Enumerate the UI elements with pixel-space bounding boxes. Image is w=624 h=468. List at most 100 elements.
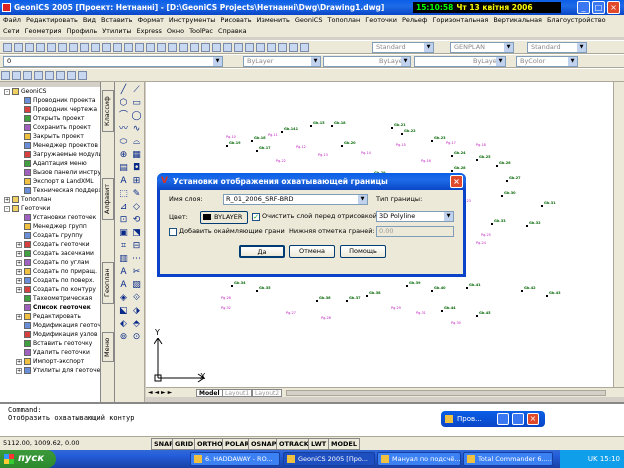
draw-order-tool-icon[interactable] <box>12 71 21 80</box>
main-menu-item[interactable]: Геоточки <box>365 16 397 24</box>
maximize-icon[interactable] <box>512 413 524 425</box>
draw-tool-icon[interactable]: ⬗ <box>131 306 142 317</box>
draw-tool-icon[interactable]: ⊙ <box>131 332 142 343</box>
geopoint-marker[interactable] <box>346 300 348 302</box>
dim-style-combo[interactable]: GENPLAN ▼ <box>450 42 514 53</box>
tree-item[interactable]: Техническая поддержка <box>0 186 100 195</box>
toolbar-tool-icon[interactable] <box>267 43 276 52</box>
draw-tool-icon[interactable]: ⬔ <box>131 228 142 239</box>
geopoint-marker[interactable] <box>226 145 228 147</box>
toolbar-tool-icon[interactable] <box>3 43 12 52</box>
draw-tool-icon[interactable]: ⊿ <box>118 202 129 213</box>
geopoint-marker[interactable] <box>521 290 523 292</box>
layer-name-combo[interactable]: R_01_2006_SRF-BRD ▼ <box>223 194 368 205</box>
tree-item[interactable]: + Создать по приращ. <box>0 267 100 276</box>
tree-collapse-icon[interactable]: - <box>4 206 10 212</box>
secondary-menu-item[interactable]: Окно <box>167 27 184 35</box>
tab-geoplan[interactable]: Геоплан <box>102 262 114 304</box>
toolbar-tool-icon[interactable] <box>223 43 232 52</box>
text-style-combo[interactable]: Standard ▼ <box>372 42 434 53</box>
draw-order-tool-icon[interactable] <box>67 71 76 80</box>
taskbar-task[interactable]: GeoniCS 2005 [Про... <box>283 452 375 466</box>
tree-item[interactable]: + Создать засечками <box>0 249 100 258</box>
tree-collapse-icon[interactable]: - <box>4 89 10 95</box>
close-button[interactable]: × <box>607 1 620 14</box>
tree-item[interactable]: Модификация узлов <box>0 330 100 339</box>
tree-item[interactable]: + Утилиты для геоточек <box>0 366 100 375</box>
toolbar-tool-icon[interactable] <box>36 43 45 52</box>
draw-tool-icon[interactable]: ∿ <box>131 124 142 135</box>
clear-layer-checkbox[interactable]: ✓ <box>252 213 260 221</box>
floating-explorer-panel[interactable]: Пров... × <box>441 411 545 427</box>
main-menu-item[interactable]: Изменить <box>257 16 290 24</box>
draw-tool-icon[interactable]: ◘ <box>131 163 142 174</box>
main-menu-item[interactable]: Рисовать <box>220 16 251 24</box>
draw-order-tool-icon[interactable] <box>1 71 10 80</box>
tree-item[interactable]: Список геоточек <box>0 303 100 312</box>
main-menu-item[interactable]: Топоплан <box>327 16 360 24</box>
bottom-mark-input[interactable]: 0.00 <box>376 226 454 237</box>
tab-layout2[interactable]: Layout2 <box>252 389 283 397</box>
vertical-scrollbar[interactable] <box>613 82 624 387</box>
toolbar-tool-icon[interactable] <box>80 43 89 52</box>
draw-tool-icon[interactable]: ▣ <box>118 228 129 239</box>
geopoint-marker[interactable] <box>476 315 478 317</box>
geopoint-marker[interactable] <box>256 150 258 152</box>
status-toggle-lwt[interactable]: LWT <box>308 438 330 450</box>
color-combo[interactable]: ByLayer ▼ <box>243 56 321 67</box>
help-button[interactable]: Помощь <box>340 245 386 258</box>
toolbar-tool-icon[interactable] <box>168 43 177 52</box>
tray-language[interactable]: UK <box>588 455 598 463</box>
draw-tool-icon[interactable]: ⬖ <box>118 319 129 330</box>
table-style-combo[interactable]: Standard ▼ <box>527 42 587 53</box>
draw-tool-icon[interactable]: ▥ <box>118 254 129 265</box>
taskbar-task[interactable]: 6. HADDAWAY - RO... <box>190 452 280 466</box>
tree-item[interactable]: + Создать по поверх. <box>0 276 100 285</box>
geopoint-marker[interactable] <box>506 180 508 182</box>
toolbar-tool-icon[interactable] <box>234 43 243 52</box>
boundary-type-combo[interactable]: 3D Polyline ▼ <box>376 211 454 222</box>
geopoint-marker[interactable] <box>366 295 368 297</box>
tree-expand-icon[interactable]: + <box>16 287 22 293</box>
main-menu-item[interactable]: Вставить <box>101 16 132 24</box>
tab-model[interactable]: Model <box>196 389 223 397</box>
geopoint-marker[interactable] <box>431 290 433 292</box>
add-edges-checkbox[interactable] <box>169 228 177 236</box>
toolbar-tool-icon[interactable] <box>146 43 155 52</box>
main-menu-item[interactable]: Формат <box>138 16 164 24</box>
geopoint-marker[interactable] <box>451 170 453 172</box>
tree-expand-icon[interactable]: + <box>16 314 22 320</box>
tab-nav-arrows[interactable]: ◄ ◄ ► ► <box>148 389 172 396</box>
tab-layout1[interactable]: Layout1 <box>222 389 253 397</box>
geopoint-marker[interactable] <box>281 131 283 133</box>
geopoint-marker[interactable] <box>341 145 343 147</box>
tree-item[interactable]: Адаптация меню <box>0 159 100 168</box>
toolbar-tool-icon[interactable] <box>113 43 122 52</box>
toolbar-tool-icon[interactable] <box>124 43 133 52</box>
toolbar-tool-icon[interactable] <box>289 43 298 52</box>
status-toggle-otrack[interactable]: OTRACK <box>276 438 312 450</box>
status-toggle-model[interactable]: MODEL <box>328 438 360 450</box>
tree-expand-icon[interactable]: + <box>16 269 22 275</box>
draw-tool-icon[interactable]: ✎ <box>131 189 142 200</box>
draw-tool-icon[interactable]: ⌓ <box>131 137 142 148</box>
tree-item[interactable]: Проводник проекта <box>0 96 100 105</box>
tree-expand-icon[interactable]: + <box>16 251 22 257</box>
geopoint-marker[interactable] <box>451 155 453 157</box>
main-menu-item[interactable]: GeoniCS <box>295 16 323 24</box>
geopoint-marker[interactable] <box>431 140 433 142</box>
toolbar-tool-icon[interactable] <box>14 43 23 52</box>
color-button[interactable]: BYLAYER <box>200 211 248 224</box>
taskbar-task[interactable]: Total Commander 6..... <box>463 452 553 466</box>
tree-item[interactable]: Вызов панели инструм. <box>0 168 100 177</box>
tree-item[interactable]: Создать группу <box>0 231 100 240</box>
toolbar-tool-icon[interactable] <box>278 43 287 52</box>
tree-expand-icon[interactable]: + <box>16 260 22 266</box>
tree-item[interactable]: Тахеометрическая <box>0 294 100 303</box>
toolbar-tool-icon[interactable] <box>256 43 265 52</box>
geopoint-marker[interactable] <box>391 127 393 129</box>
toolbar-tool-icon[interactable] <box>91 43 100 52</box>
main-menu-item[interactable]: Редактировать <box>26 16 78 24</box>
toolbar-tool-icon[interactable] <box>201 43 210 52</box>
tree-expand-icon[interactable]: + <box>16 278 22 284</box>
